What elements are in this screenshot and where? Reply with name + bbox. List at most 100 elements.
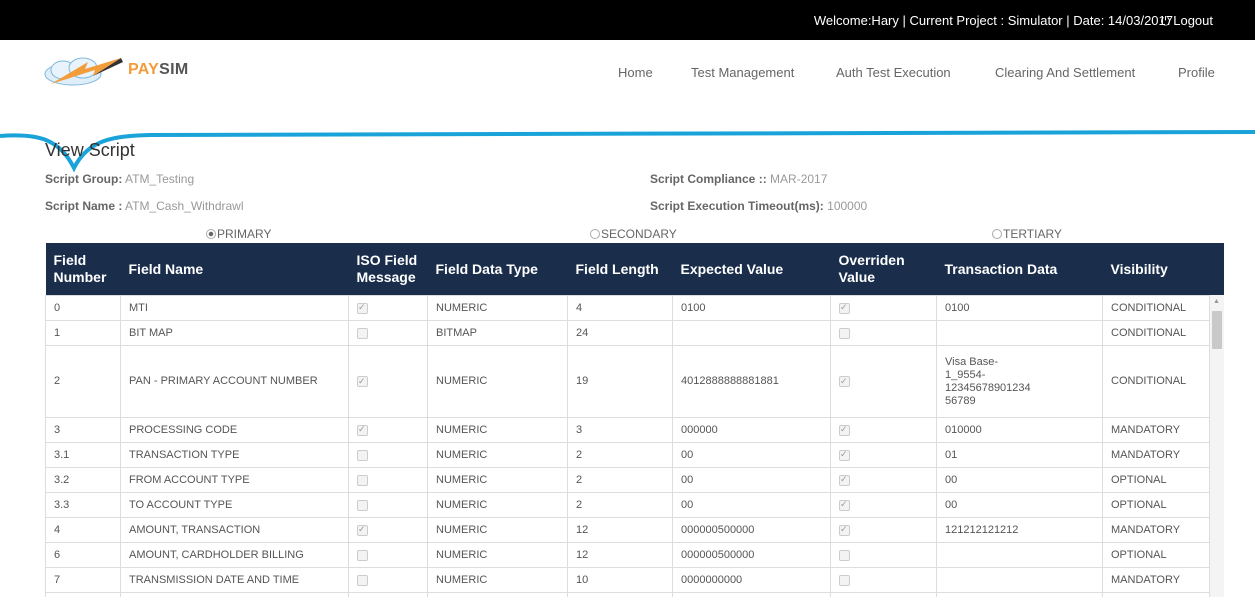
- radio-tertiary[interactable]: TERTIARY: [992, 227, 1062, 241]
- cell-field-name: TRANSMISSION DATE AND TIME: [120, 567, 349, 593]
- col-expected-value[interactable]: Expected Value: [672, 243, 831, 296]
- cell-visibility: OPTIONAL: [1102, 492, 1224, 518]
- script-timeout: Script Execution Timeout(ms): 100000: [650, 199, 868, 213]
- scroll-up-icon[interactable]: ▲: [1213, 298, 1220, 305]
- cell-field-number: 0: [45, 295, 121, 321]
- checkbox[interactable]: [839, 549, 850, 561]
- cell-expected-value: 00: [672, 467, 831, 493]
- scroll-thumb[interactable]: [1212, 311, 1222, 349]
- cell-iso-field-message: [348, 567, 428, 593]
- cell-field-name: TRANSACTION TYPE: [120, 442, 349, 468]
- table-row[interactable]: 3.3TO ACCOUNT TYPENUMERIC20000OPTIONAL: [45, 492, 1224, 518]
- cell-expected-value: [672, 592, 831, 597]
- nav-test-management[interactable]: Test Management: [691, 65, 794, 80]
- cell-field-number: 7: [45, 567, 121, 593]
- checkbox[interactable]: [357, 449, 368, 461]
- cell-overriden-value: [830, 542, 937, 568]
- cell-expected-value: 000000: [672, 417, 831, 443]
- checkbox[interactable]: [357, 549, 368, 561]
- cell-transaction-data: Visa Base- 1_9554- 12345678901234 56789: [936, 345, 1103, 418]
- power-icon: ⏻: [1160, 14, 1171, 28]
- cell-field-number: 1: [45, 320, 121, 346]
- cell-field-data-type: NUMERIC: [427, 345, 568, 418]
- radio-primary[interactable]: PRIMARY: [206, 227, 271, 241]
- cell-visibility: CONDITIONAL: [1102, 295, 1224, 321]
- cell-visibility: OPTIONAL: [1102, 467, 1224, 493]
- col-field-name[interactable]: Field Name: [120, 243, 349, 296]
- fields-table: Field Number Field Name ISO Field Messag…: [45, 243, 1224, 597]
- table-row[interactable]: 0MTINUMERIC401000100CONDITIONAL: [45, 295, 1224, 321]
- cell-field-name: TO ACCOUNT TYPE: [120, 492, 349, 518]
- table-scrollbar[interactable]: ▲: [1209, 295, 1224, 597]
- cell-transaction-data: 00: [936, 492, 1103, 518]
- cell-transaction-data: [936, 592, 1103, 597]
- checkbox[interactable]: [839, 474, 850, 486]
- checkbox[interactable]: [839, 524, 850, 536]
- col-visibility[interactable]: Visibility: [1102, 243, 1224, 296]
- col-field-data-type[interactable]: Field Data Type: [427, 243, 568, 296]
- col-transaction-data[interactable]: Transaction Data: [936, 243, 1103, 296]
- table-row[interactable]: 3.1TRANSACTION TYPE NUMERIC200 01MANDATORY: [45, 442, 1224, 468]
- cell-field-data-type: NUMERIC: [427, 492, 568, 518]
- cell-field-length: 24: [567, 320, 673, 346]
- table-row[interactable]: 6 AMOUNT, CARDHOLDER BILLING NUMERIC 12 0000…: [45, 542, 1224, 568]
- cell-transaction-data: 0100: [936, 295, 1103, 321]
- table-row[interactable]: 2PAN - PRIMARY ACCOUNT NUMBER NUMERIC1940…: [45, 345, 1224, 418]
- script-compliance: Script Compliance :: MAR-2017: [650, 172, 828, 186]
- cell-expected-value: 000000500000: [672, 517, 831, 543]
- checkbox[interactable]: [839, 424, 850, 436]
- col-field-number[interactable]: Field Number: [45, 243, 121, 296]
- checkbox[interactable]: [357, 524, 368, 536]
- radio-dot[interactable]: [590, 229, 600, 239]
- checkbox[interactable]: [839, 499, 850, 511]
- logout-button[interactable]: ⏻ Logout: [1161, 13, 1213, 29]
- header-swoosh: [0, 130, 1255, 173]
- table-row[interactable]: 3.2FROM ACCOUNT TYPENUMERIC20000OPTIONAL: [45, 467, 1224, 493]
- cell-expected-value: 4012888888881881: [672, 345, 831, 418]
- checkbox[interactable]: [357, 474, 368, 486]
- checkbox[interactable]: [357, 424, 368, 436]
- checkbox[interactable]: [357, 327, 368, 339]
- cell-iso-field-message: [348, 517, 428, 543]
- radio-secondary[interactable]: SECONDARY: [590, 227, 677, 241]
- cell-expected-value: 0000000000: [672, 567, 831, 593]
- nav-profile[interactable]: Profile: [1178, 65, 1215, 80]
- col-iso-field-message[interactable]: ISO Field Message: [348, 243, 428, 296]
- cell-field-name: CONVERSION DATE, CARDHOLDER: [120, 592, 349, 597]
- checkbox[interactable]: [839, 449, 850, 461]
- checkbox[interactable]: [357, 574, 368, 586]
- cell-field-length: 12: [567, 542, 673, 568]
- col-field-length[interactable]: Field Length: [567, 243, 673, 296]
- col-overriden-value[interactable]: Overriden Value: [830, 243, 937, 296]
- cell-transaction-data: [936, 320, 1103, 346]
- cell-field-name: AMOUNT, CARDHOLDER BILLING: [120, 542, 349, 568]
- cell-transaction-data: 121212121212: [936, 517, 1103, 543]
- table-row[interactable]: 1 BIT MAP BITMAP 24 CONDITIONAL: [45, 320, 1224, 346]
- radio-dot[interactable]: [992, 229, 1002, 239]
- cell-transaction-data: 010000: [936, 417, 1103, 443]
- cell-field-name: BIT MAP: [120, 320, 349, 346]
- radio-dot[interactable]: [206, 229, 216, 239]
- nav-auth-test-execution[interactable]: Auth Test Execution: [836, 65, 951, 80]
- table-row[interactable]: 3PROCESSING CODENUMERIC3000000010000MAND…: [45, 417, 1224, 443]
- cell-iso-field-message: [348, 345, 428, 418]
- cell-overriden-value: [830, 567, 937, 593]
- checkbox[interactable]: [357, 302, 368, 314]
- checkbox[interactable]: [839, 375, 850, 388]
- cell-visibility: MANDATORY: [1102, 567, 1224, 593]
- cell-field-length: 3: [567, 417, 673, 443]
- checkbox[interactable]: [839, 302, 850, 314]
- cell-iso-field-message: [348, 467, 428, 493]
- table-row[interactable]: 7 TRANSMISSION DATE AND TIME NUMERIC 10 0000…: [45, 567, 1224, 593]
- checkbox[interactable]: [839, 574, 850, 586]
- cell-field-name: PAN - PRIMARY ACCOUNT NUMBER: [120, 345, 349, 418]
- nav-home[interactable]: Home: [618, 65, 653, 80]
- table-row[interactable]: 4AMOUNT, TRANSACTION NUMERIC1200000050000…: [45, 517, 1224, 543]
- table-row[interactable]: CONVERSION DATE, CARDHOLDER: [45, 592, 1224, 597]
- nav-clearing-and-settlement[interactable]: Clearing And Settlement: [995, 65, 1135, 80]
- checkbox[interactable]: [357, 499, 368, 511]
- checkbox[interactable]: [357, 375, 368, 388]
- checkbox[interactable]: [839, 327, 850, 339]
- cell-field-number: 4: [45, 517, 121, 543]
- cell-field-number: 3.2: [45, 467, 121, 493]
